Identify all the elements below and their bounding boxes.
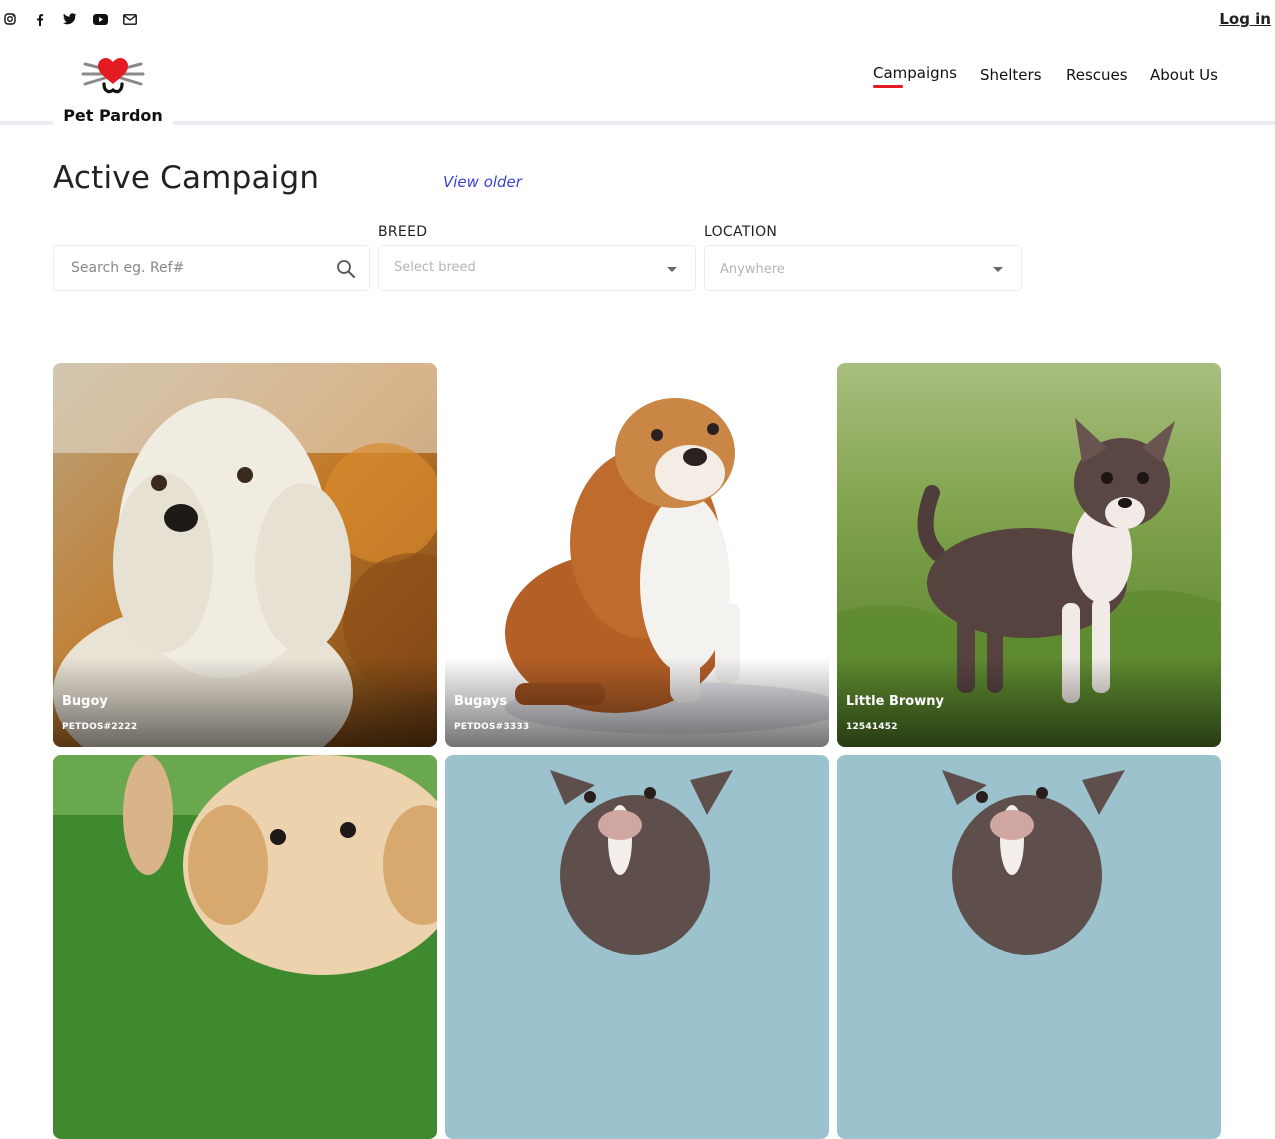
chevron-down-icon: [993, 267, 1003, 272]
pitbull-photo: [837, 755, 1221, 1139]
youtube-icon[interactable]: [92, 11, 108, 27]
campaign-card[interactable]: [53, 755, 437, 1139]
pet-ref: 12541452: [846, 722, 898, 732]
campaign-card[interactable]: [445, 755, 829, 1139]
page-title: Active Campaign: [53, 160, 320, 196]
campaign-card[interactable]: Bugoy PETDOS#2222: [53, 363, 437, 747]
pitbull-photo: [445, 755, 829, 1139]
pet-name: Bugays: [454, 694, 508, 709]
pet-name: Little Browny: [846, 694, 944, 709]
view-older-link[interactable]: View older: [443, 173, 522, 191]
campaign-card[interactable]: Bugays PETDOS#3333: [445, 363, 829, 747]
search-input[interactable]: [69, 259, 313, 277]
campaign-card[interactable]: Little Browny 12541452: [837, 363, 1221, 747]
mail-icon[interactable]: [122, 11, 138, 27]
pet-ref: PETDOS#2222: [62, 722, 138, 732]
brand-name: Pet Pardon: [63, 106, 163, 125]
facebook-icon[interactable]: [32, 11, 48, 27]
search-icon[interactable]: [336, 259, 356, 283]
location-placeholder: Anywhere: [720, 262, 785, 277]
nav-about-us[interactable]: About Us: [1150, 66, 1218, 84]
location-select[interactable]: Anywhere: [704, 245, 1022, 291]
login-link[interactable]: Log in: [1219, 10, 1271, 28]
campaign-card[interactable]: [837, 755, 1221, 1139]
breed-placeholder: Select breed: [394, 260, 476, 275]
instagram-icon[interactable]: [2, 11, 18, 27]
social-links: [2, 11, 138, 27]
location-label: LOCATION: [704, 224, 778, 240]
cat-heart-logo-icon: [81, 58, 145, 94]
pet-ref: PETDOS#3333: [454, 722, 530, 732]
nav-rescues[interactable]: Rescues: [1066, 66, 1128, 84]
card-overlay: [53, 657, 437, 747]
breed-select[interactable]: Select breed: [378, 245, 696, 291]
breed-label: BREED: [378, 224, 428, 240]
nav-campaigns[interactable]: Campaigns: [873, 64, 957, 88]
puppy-photo: [53, 755, 437, 1139]
twitter-icon[interactable]: [62, 11, 78, 27]
chevron-down-icon: [667, 267, 677, 272]
header-divider: [0, 121, 1275, 125]
brand-logo[interactable]: Pet Pardon: [53, 50, 173, 130]
search-field[interactable]: [53, 245, 370, 291]
nav-shelters[interactable]: Shelters: [980, 66, 1042, 84]
pet-name: Bugoy: [62, 694, 108, 709]
